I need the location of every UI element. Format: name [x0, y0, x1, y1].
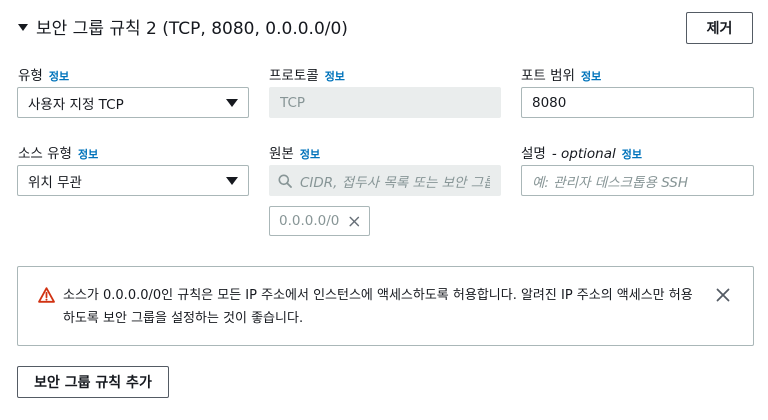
source-type-label-group: 소스 유형 정보 [18, 142, 98, 162]
rule-header[interactable]: 보안 그룹 규칙 2 (TCP, 8080, 0.0.0.0/0) [18, 14, 348, 39]
protocol-label: 프로토콜 [269, 68, 319, 84]
port-range-value: 8080 [532, 94, 567, 111]
port-range-info-link[interactable]: 정보 [581, 68, 601, 84]
description-info-link[interactable]: 정보 [622, 146, 642, 162]
add-rule-button[interactable]: 보안 그룹 규칙 추가 [17, 366, 169, 398]
description-input[interactable]: 예: 관리자 데스크톱용 SSH [521, 165, 754, 196]
source-token: 0.0.0.0/0 [269, 206, 370, 236]
close-icon[interactable] [716, 288, 730, 302]
description-label-group: 설명 - optional 정보 [521, 142, 642, 162]
description-placeholder: 예: 관리자 데스크톱용 SSH [532, 174, 689, 191]
dropdown-arrow-icon [226, 176, 238, 185]
source-label-group: 원본 정보 [269, 142, 320, 162]
warning-alert: 소스가 0.0.0.0/0인 규칙은 모든 IP 주소에서 인스턴스에 액세스하… [17, 266, 754, 346]
close-icon[interactable] [349, 215, 360, 228]
dropdown-arrow-icon [226, 98, 238, 107]
protocol-label-group: 프로토콜 정보 [269, 64, 345, 84]
protocol-info-link[interactable]: 정보 [325, 68, 345, 84]
rule-title: 보안 그룹 규칙 2 (TCP, 8080, 0.0.0.0/0) [36, 19, 348, 39]
port-range-label: 포트 범위 [521, 68, 575, 84]
protocol-field: TCP [269, 87, 501, 118]
source-type-info-link[interactable]: 정보 [78, 146, 98, 162]
source-placeholder: CIDR, 접두사 목록 또는 보안 그룹 [300, 174, 490, 191]
type-select-value: 사용자 지정 TCP [28, 96, 124, 113]
warning-icon [38, 287, 55, 303]
remove-button[interactable]: 제거 [686, 12, 753, 44]
description-optional: - optional [551, 146, 616, 162]
source-search-input[interactable]: CIDR, 접두사 목록 또는 보안 그룹 [269, 165, 501, 196]
alert-message: 소스가 0.0.0.0/0인 규칙은 모든 IP 주소에서 인스턴스에 액세스하… [63, 288, 693, 326]
source-type-select[interactable]: 위치 무관 [17, 165, 249, 196]
port-range-input[interactable]: 8080 [521, 87, 754, 118]
source-token-value: 0.0.0.0/0 [279, 213, 340, 229]
type-info-link[interactable]: 정보 [49, 68, 69, 84]
source-type-label: 소스 유형 [18, 146, 72, 162]
type-select[interactable]: 사용자 지정 TCP [17, 87, 249, 118]
type-label: 유형 [18, 68, 43, 84]
search-icon [278, 174, 292, 188]
type-label-group: 유형 정보 [18, 64, 69, 84]
source-type-value: 위치 무관 [28, 174, 82, 191]
caret-down-icon[interactable] [18, 24, 28, 31]
source-label: 원본 [269, 146, 294, 162]
port-range-label-group: 포트 범위 정보 [521, 64, 601, 84]
description-label: 설명 [521, 146, 546, 162]
protocol-value: TCP [280, 94, 306, 111]
source-info-link[interactable]: 정보 [300, 146, 320, 162]
